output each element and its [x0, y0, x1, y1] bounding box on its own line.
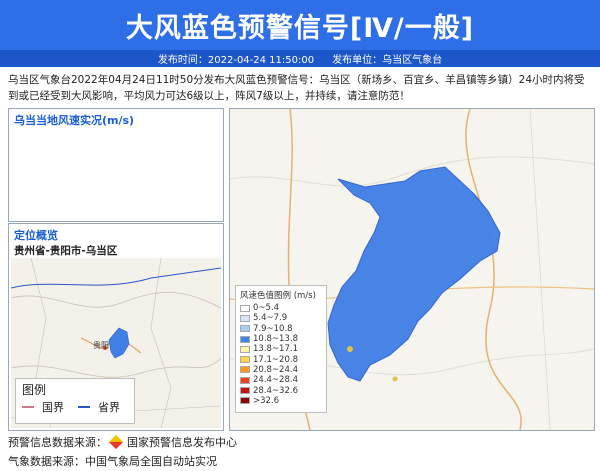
legend-label-3: 10.8~13.8 [253, 334, 298, 345]
warning-center-logo-icon [108, 434, 124, 450]
legend-provincial-border: 省界 [98, 401, 120, 414]
legend-swatch-6 [240, 366, 250, 374]
warning-source-line: 预警信息数据来源： 国家预警信息发布中心 [8, 434, 237, 450]
national-border-swatch [22, 406, 34, 408]
legend-label-7: 24.4~28.4 [253, 375, 298, 386]
warning-description: 乌当区气象台2022年04月24日11时50分发布大风蓝色预警信号：乌当区（新场… [8, 74, 585, 102]
legend-label-5: 17.1~20.8 [253, 354, 298, 365]
location-panel: 定位概览 贵州省-贵阳市-乌当区 贵阳 图例 国界 省界 [8, 223, 224, 431]
legend-label-0: 0~5.4 [253, 303, 280, 314]
legend-label-6: 20.8~24.4 [253, 364, 298, 375]
wind-speed-panel: 乌当当地风速实况(m/s) [8, 108, 224, 222]
warning-title: 大风蓝色预警信号[Ⅳ/一般] [0, 0, 600, 50]
publish-info-bar: 发布时间：2022-04-24 11:50:00 发布单位：乌当区气象台 [0, 50, 600, 67]
weather-source: 气象数据来源：中国气象局全国自动站实况 [8, 455, 217, 468]
overview-legend: 图例 国界 省界 [15, 378, 135, 424]
legend-label-1: 5.4~7.9 [253, 313, 288, 324]
location-region: 贵州省-贵阳市-乌当区 [14, 245, 118, 257]
legend-national-border: 国界 [42, 401, 64, 414]
warning-source-label: 预警信息数据来源： [8, 436, 107, 449]
warning-source-link[interactable]: 国家预警信息发布中心 [127, 434, 237, 450]
legend-swatch-1 [240, 314, 250, 322]
legend-swatch-9 [240, 397, 250, 405]
wind-speed-legend-title: 风速色值图例 (m/s) [240, 291, 316, 301]
legend-swatch-3 [240, 335, 250, 343]
wind-speed-panel-title: 乌当当地风速实况(m/s) [14, 114, 135, 127]
provincial-border-swatch [78, 406, 90, 408]
legend-label-4: 13.8~17.1 [253, 344, 298, 355]
legend-swatch-0 [240, 304, 250, 312]
legend-label-2: 7.9~10.8 [253, 323, 293, 334]
weather-source-line: 气象数据来源：中国气象局全国自动站实况 [8, 453, 217, 469]
legend-label-9: >32.6 [253, 395, 280, 406]
overview-map[interactable]: 贵阳 图例 国界 省界 [11, 258, 221, 428]
location-panel-title: 定位概览 [14, 229, 58, 242]
legend-swatch-8 [240, 387, 250, 395]
main-map-panel: 风速色值图例 (m/s) 0~5.4 5.4~7.9 7.9~10.8 10.8… [229, 108, 595, 431]
main-map[interactable]: 风速色值图例 (m/s) 0~5.4 5.4~7.9 7.9~10.8 10.8… [230, 109, 594, 430]
legend-swatch-5 [240, 356, 250, 364]
legend-swatch-7 [240, 376, 250, 384]
legend-swatch-4 [240, 345, 250, 353]
publish-unit: 发布单位：乌当区气象台 [332, 55, 443, 66]
legend-swatch-2 [240, 325, 250, 333]
wind-speed-legend: 风速色值图例 (m/s) 0~5.4 5.4~7.9 7.9~10.8 10.8… [235, 285, 327, 413]
legend-label-8: 28.4~32.6 [253, 385, 298, 396]
map-label-guiyang: 贵阳 [93, 340, 109, 350]
overview-legend-title: 图例 [22, 383, 47, 397]
publish-time: 发布时间：2022-04-24 11:50:00 [157, 55, 315, 66]
